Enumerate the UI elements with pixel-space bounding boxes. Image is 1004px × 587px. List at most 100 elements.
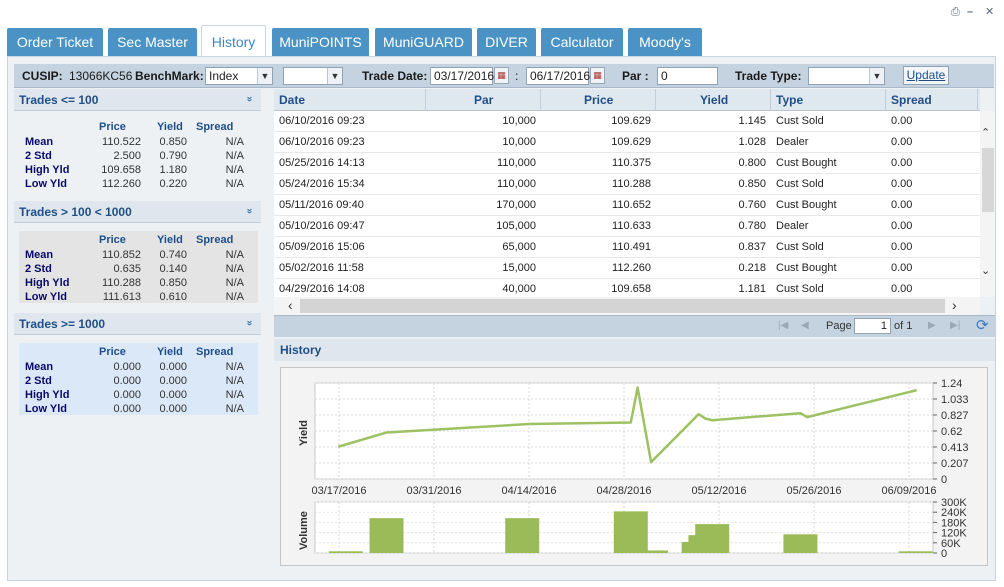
tab-calculator[interactable]: Calculator [541,28,623,57]
refresh-icon[interactable]: ⟳ [976,316,989,334]
date-separator: : [515,69,519,83]
collapse-chevron-icon[interactable]: » [243,317,255,329]
chevron-right-icon[interactable]: › [952,297,957,313]
col-price[interactable]: Price [584,89,613,111]
chevron-left-icon[interactable]: ‹ [288,297,293,313]
stats-value: N/A [225,164,244,176]
first-page-icon[interactable]: |◀ [778,320,788,331]
table-row[interactable]: 05/25/2016 14:13 110,000 110.375 0.800 Cust … [274,153,980,174]
tab-diver[interactable]: DIVER [477,28,536,57]
update-button[interactable]: Update [903,66,949,85]
horizontal-scroll-thumb[interactable] [300,299,945,313]
table-row[interactable]: 05/10/2016 09:47 105,000 110.633 0.780 Deale… [274,216,980,237]
yield-axis-label: Yield [298,420,310,446]
prev-page-icon[interactable]: ◀ [801,320,809,331]
stats-value: 0.610 [159,291,187,303]
table-row[interactable]: 05/09/2016 15:06 65,000 110.491 0.837 Cust S… [274,237,980,258]
stats-value: N/A [225,249,244,261]
stats-panel-header-gte-1000[interactable]: Trades >= 1000 » [14,313,261,335]
col-type[interactable]: Type [776,89,803,111]
tab-order-ticket[interactable]: Order Ticket [7,28,103,57]
chevron-down-icon[interactable]: ⌄ [981,264,990,277]
col-date[interactable]: Date [279,89,305,111]
table-row[interactable]: 06/10/2016 09:23 10,000 109.629 1.145 Cust S… [274,111,980,132]
date-to-input[interactable]: 06/17/2016 [526,67,590,85]
table-row[interactable]: 05/24/2016 15:34 110,000 110.288 0.850 Cust … [274,174,980,195]
stats-row-label: 2 Std [25,150,52,162]
y-tick-label: 1.033 [941,394,969,406]
stats-row-label: High Yld [25,277,70,289]
par-input[interactable]: 0 [657,67,718,85]
table-cell: 170,000 [496,199,536,211]
trade-type-select[interactable]: ▼ [808,67,885,85]
stats-value: N/A [225,150,244,162]
table-cell: Cust Bought [776,157,837,169]
tab-sec-master[interactable]: Sec Master [108,28,197,57]
collapse-chevron-icon[interactable]: » [243,93,255,105]
tab-munipoints[interactable]: MuniPOINTS [272,28,369,57]
chevron-up-icon[interactable]: ⌃ [981,126,990,139]
calendar-icon[interactable]: ▦ [590,67,605,84]
tab-muniguard[interactable]: MuniGUARD [375,28,472,57]
table-cell: 05/25/2016 14:13 [279,157,365,169]
next-page-icon[interactable]: ▶ [928,320,936,331]
stats-row: Low Yld 112.260 0.220 N/A [19,177,258,191]
stats-row-label: 2 Std [25,375,52,387]
col-par[interactable]: Par [474,89,493,111]
table-cell: Dealer [776,220,809,232]
table-cell: 1.028 [738,136,766,148]
table-cell: 110.491 [612,241,651,253]
stats-row: Mean 0.000 0.000 N/A [19,360,258,374]
stats-value: 0.850 [159,136,187,148]
yield-point [629,421,632,424]
x-tick-label: 03/17/2016 [311,485,366,497]
table-cell: 0.218 [738,262,766,274]
stats-panel-title: Trades >= 1000 [19,317,106,331]
table-row[interactable]: 05/11/2016 09:40 170,000 110.652 0.760 Cust … [274,195,980,216]
chevron-down-icon[interactable]: ▼ [257,68,272,84]
stats-panel-title: Trades > 100 < 1000 [19,205,132,219]
stats-panel-header-lte-100[interactable]: Trades <= 100 » [14,89,261,111]
chevron-down-icon[interactable]: ▼ [327,68,342,84]
page-input[interactable]: 1 [854,318,891,334]
table-row[interactable]: 05/02/2016 11:58 15,000 112.260 0.218 Cust B… [274,258,980,279]
yield-point [914,389,917,392]
stats-column-header: Spread [196,346,234,358]
stats-panel-body-lte-100: Price Yield Spread Mean 110.522 0.850 N/A 2 Std… [19,118,258,190]
last-page-icon[interactable]: ▶| [950,320,960,331]
table-cell: 05/02/2016 11:58 [279,262,364,274]
table-row[interactable]: 06/10/2016 09:23 10,000 109.629 1.028 Dealer… [274,132,980,153]
stats-row: Mean 110.522 0.850 N/A [19,135,258,149]
table-cell: 110.288 [612,178,651,190]
tab-history[interactable]: History [201,25,266,57]
table-cell: Cust Bought [776,262,837,274]
table-cell: 05/24/2016 15:34 [279,178,365,190]
stats-panel-header-gt-100-lt-1000[interactable]: Trades > 100 < 1000 » [14,201,261,223]
x-tick-label: 04/14/2016 [501,485,556,497]
tab-moodys[interactable]: Moody's [628,28,702,57]
date-from-input[interactable]: 03/17/2016 [430,67,494,85]
col-spread[interactable]: Spread [891,89,932,111]
x-tick-label: 05/12/2016 [691,485,746,497]
stats-panel-body-gt-100-lt-1000: Price Yield Spread Mean 110.852 0.740 N/A 2 Std… [19,231,258,303]
benchmark-select[interactable]: Index ▼ [205,67,273,85]
vertical-scroll-thumb[interactable] [982,148,994,212]
benchmark-sub-select[interactable]: ▼ [283,67,343,85]
col-yield[interactable]: Yield [700,89,728,111]
grid-header: Date Par Price Yield Type Spread [274,89,980,111]
yield-point [636,386,639,389]
stats-row-label: Mean [25,249,54,261]
calendar-icon[interactable]: ▦ [494,67,509,84]
chevron-down-icon[interactable]: ▼ [869,68,884,84]
table-cell: 109.629 [611,136,651,148]
collapse-chevron-icon[interactable]: » [243,205,255,217]
stats-value: 109.658 [101,164,141,176]
table-cell: 0.850 [738,178,766,190]
stats-row: 2 Std 2.500 0.790 N/A [19,149,258,163]
stats-row: 2 Std 0.000 0.000 N/A [19,374,258,388]
y-tick-label: 0.827 [941,410,969,422]
stats-value: N/A [225,291,244,303]
volume-bar [369,518,404,553]
stats-value: 0.000 [159,403,187,415]
table-cell: 0.00 [891,241,913,253]
